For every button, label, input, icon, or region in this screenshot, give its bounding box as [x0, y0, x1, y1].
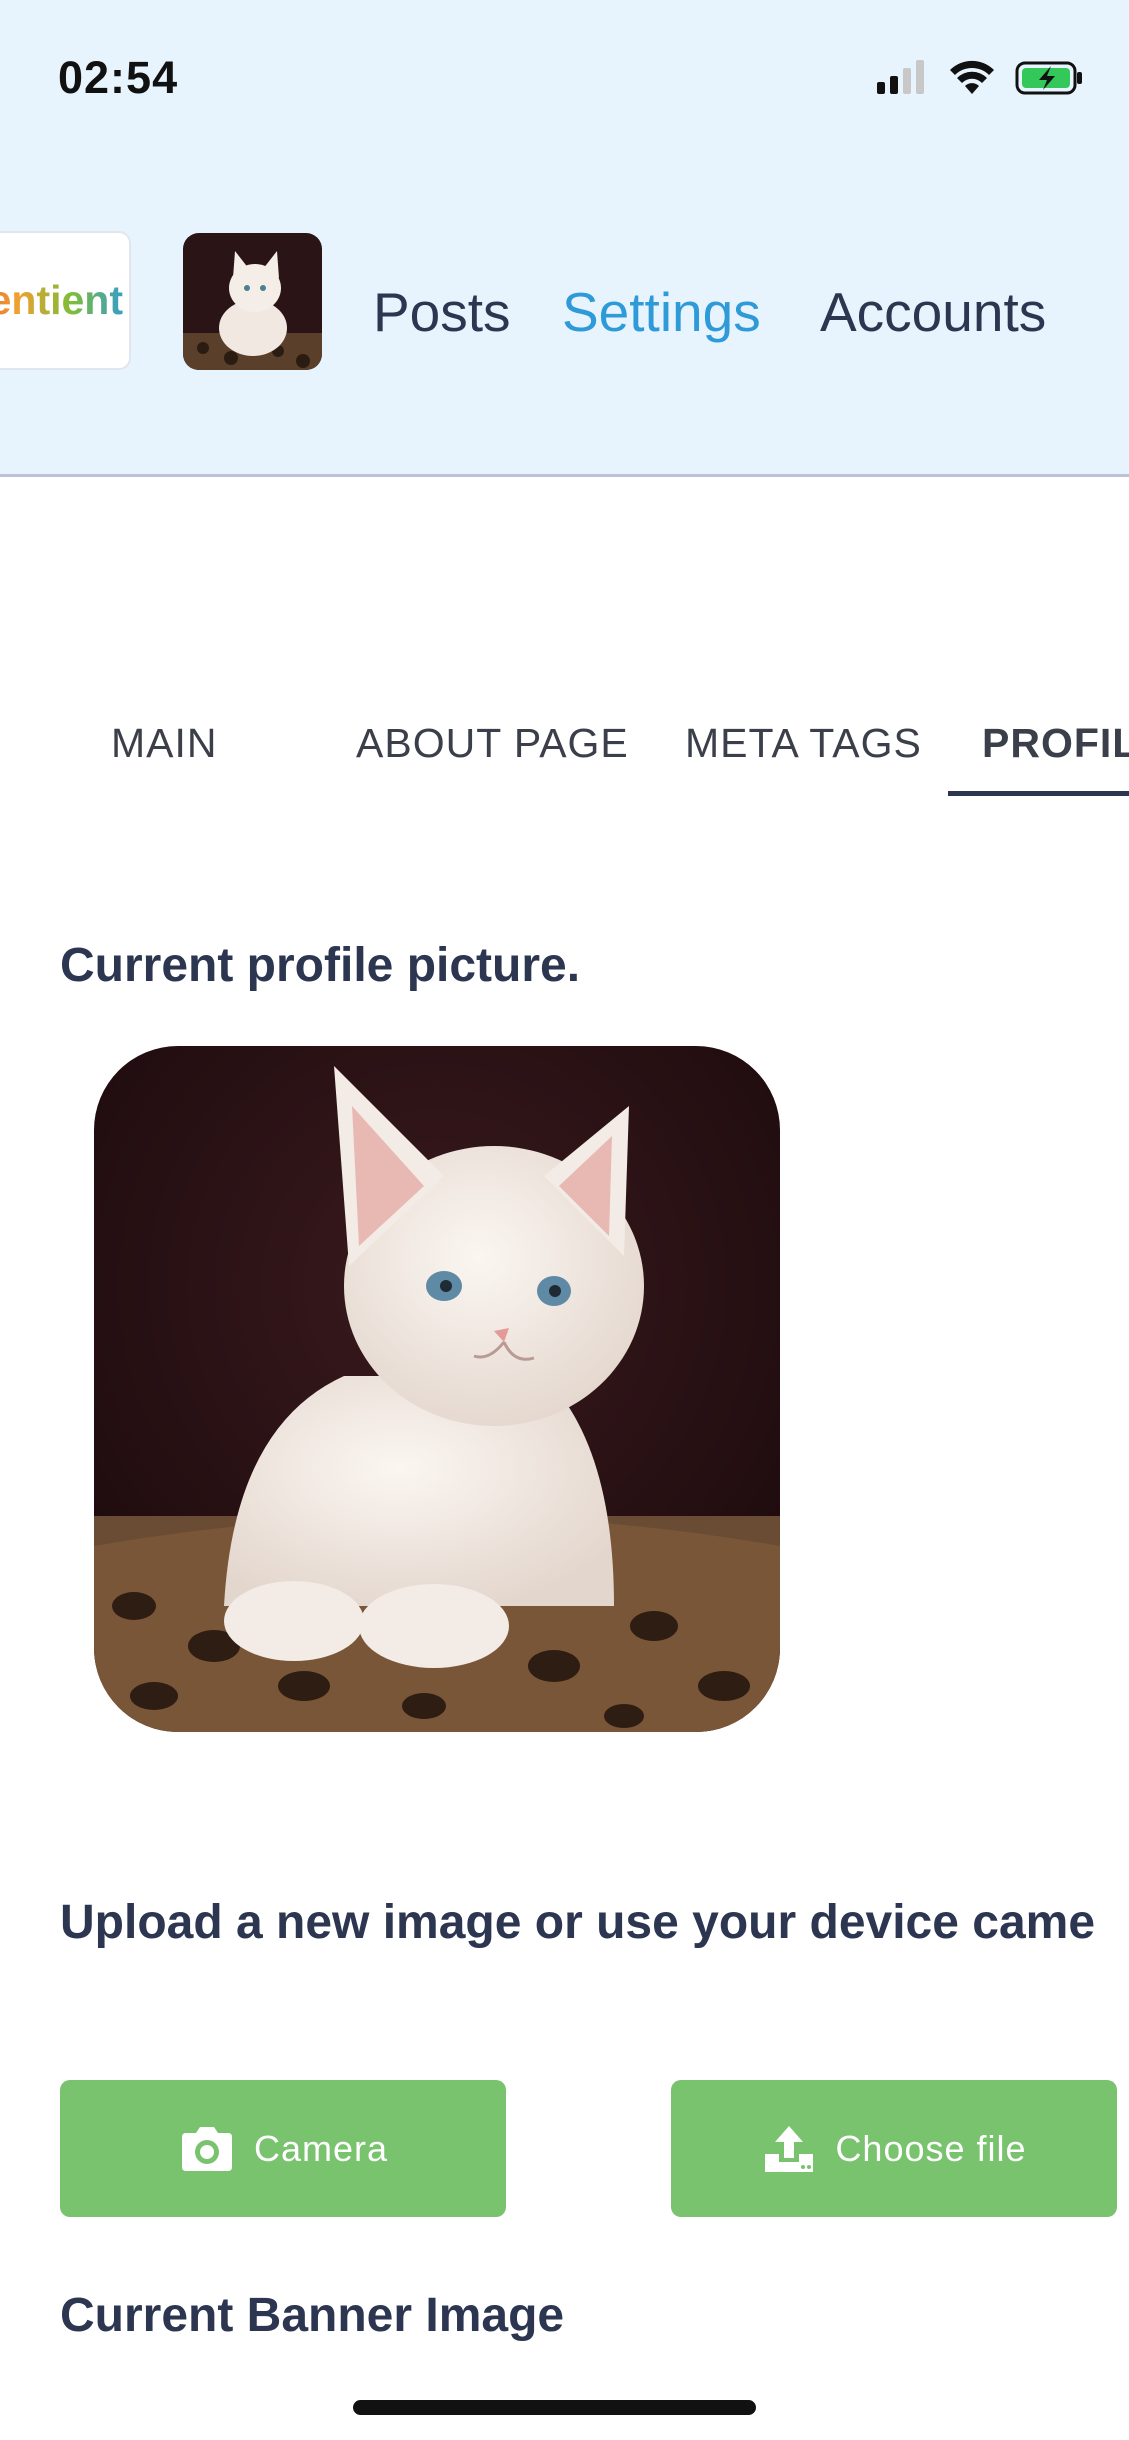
brand-logo-text: Sentient	[0, 277, 129, 324]
profile-picture	[94, 1046, 780, 1732]
app-header: 02:54 Sentient	[0, 0, 1129, 477]
tab-about-page[interactable]: ABOUT PAGE	[356, 720, 629, 767]
cellular-signal-icon	[877, 60, 924, 94]
battery-charging-icon	[1015, 61, 1082, 95]
kitten-avatar-image	[183, 233, 322, 370]
tab-main[interactable]: MAIN	[111, 720, 218, 767]
profile-picture-heading: Current profile picture.	[60, 939, 581, 992]
nav-settings[interactable]: Settings	[562, 280, 761, 344]
camera-button[interactable]: Camera	[60, 2080, 506, 2217]
brand-logo[interactable]: Sentient	[0, 231, 131, 370]
active-tab-indicator	[948, 791, 1129, 796]
tab-meta-tags[interactable]: META TAGS	[685, 720, 922, 767]
tab-profile[interactable]: PROFIL	[982, 720, 1129, 767]
camera-icon	[181, 2126, 232, 2171]
status-icons	[877, 60, 1085, 96]
avatar[interactable]	[183, 233, 322, 370]
choose-file-button[interactable]: Choose file	[671, 2080, 1117, 2217]
settings-tabs: MAIN ABOUT PAGE META TAGS PROFIL	[0, 690, 1129, 800]
status-time: 02:54	[58, 52, 179, 103]
choose-file-button-label: Choose file	[835, 2127, 1027, 2169]
banner-image-heading: Current Banner Image	[60, 2289, 565, 2342]
wifi-icon	[950, 60, 994, 94]
camera-button-label: Camera	[253, 2127, 389, 2169]
kitten-profile-image	[94, 1046, 780, 1732]
upload-icon	[765, 2125, 814, 2172]
nav-posts[interactable]: Posts	[373, 280, 511, 344]
nav-accounts[interactable]: Accounts	[820, 280, 1046, 344]
home-indicator[interactable]	[353, 2400, 756, 2415]
upload-heading: Upload a new image or use your device ca…	[60, 1896, 1096, 1949]
